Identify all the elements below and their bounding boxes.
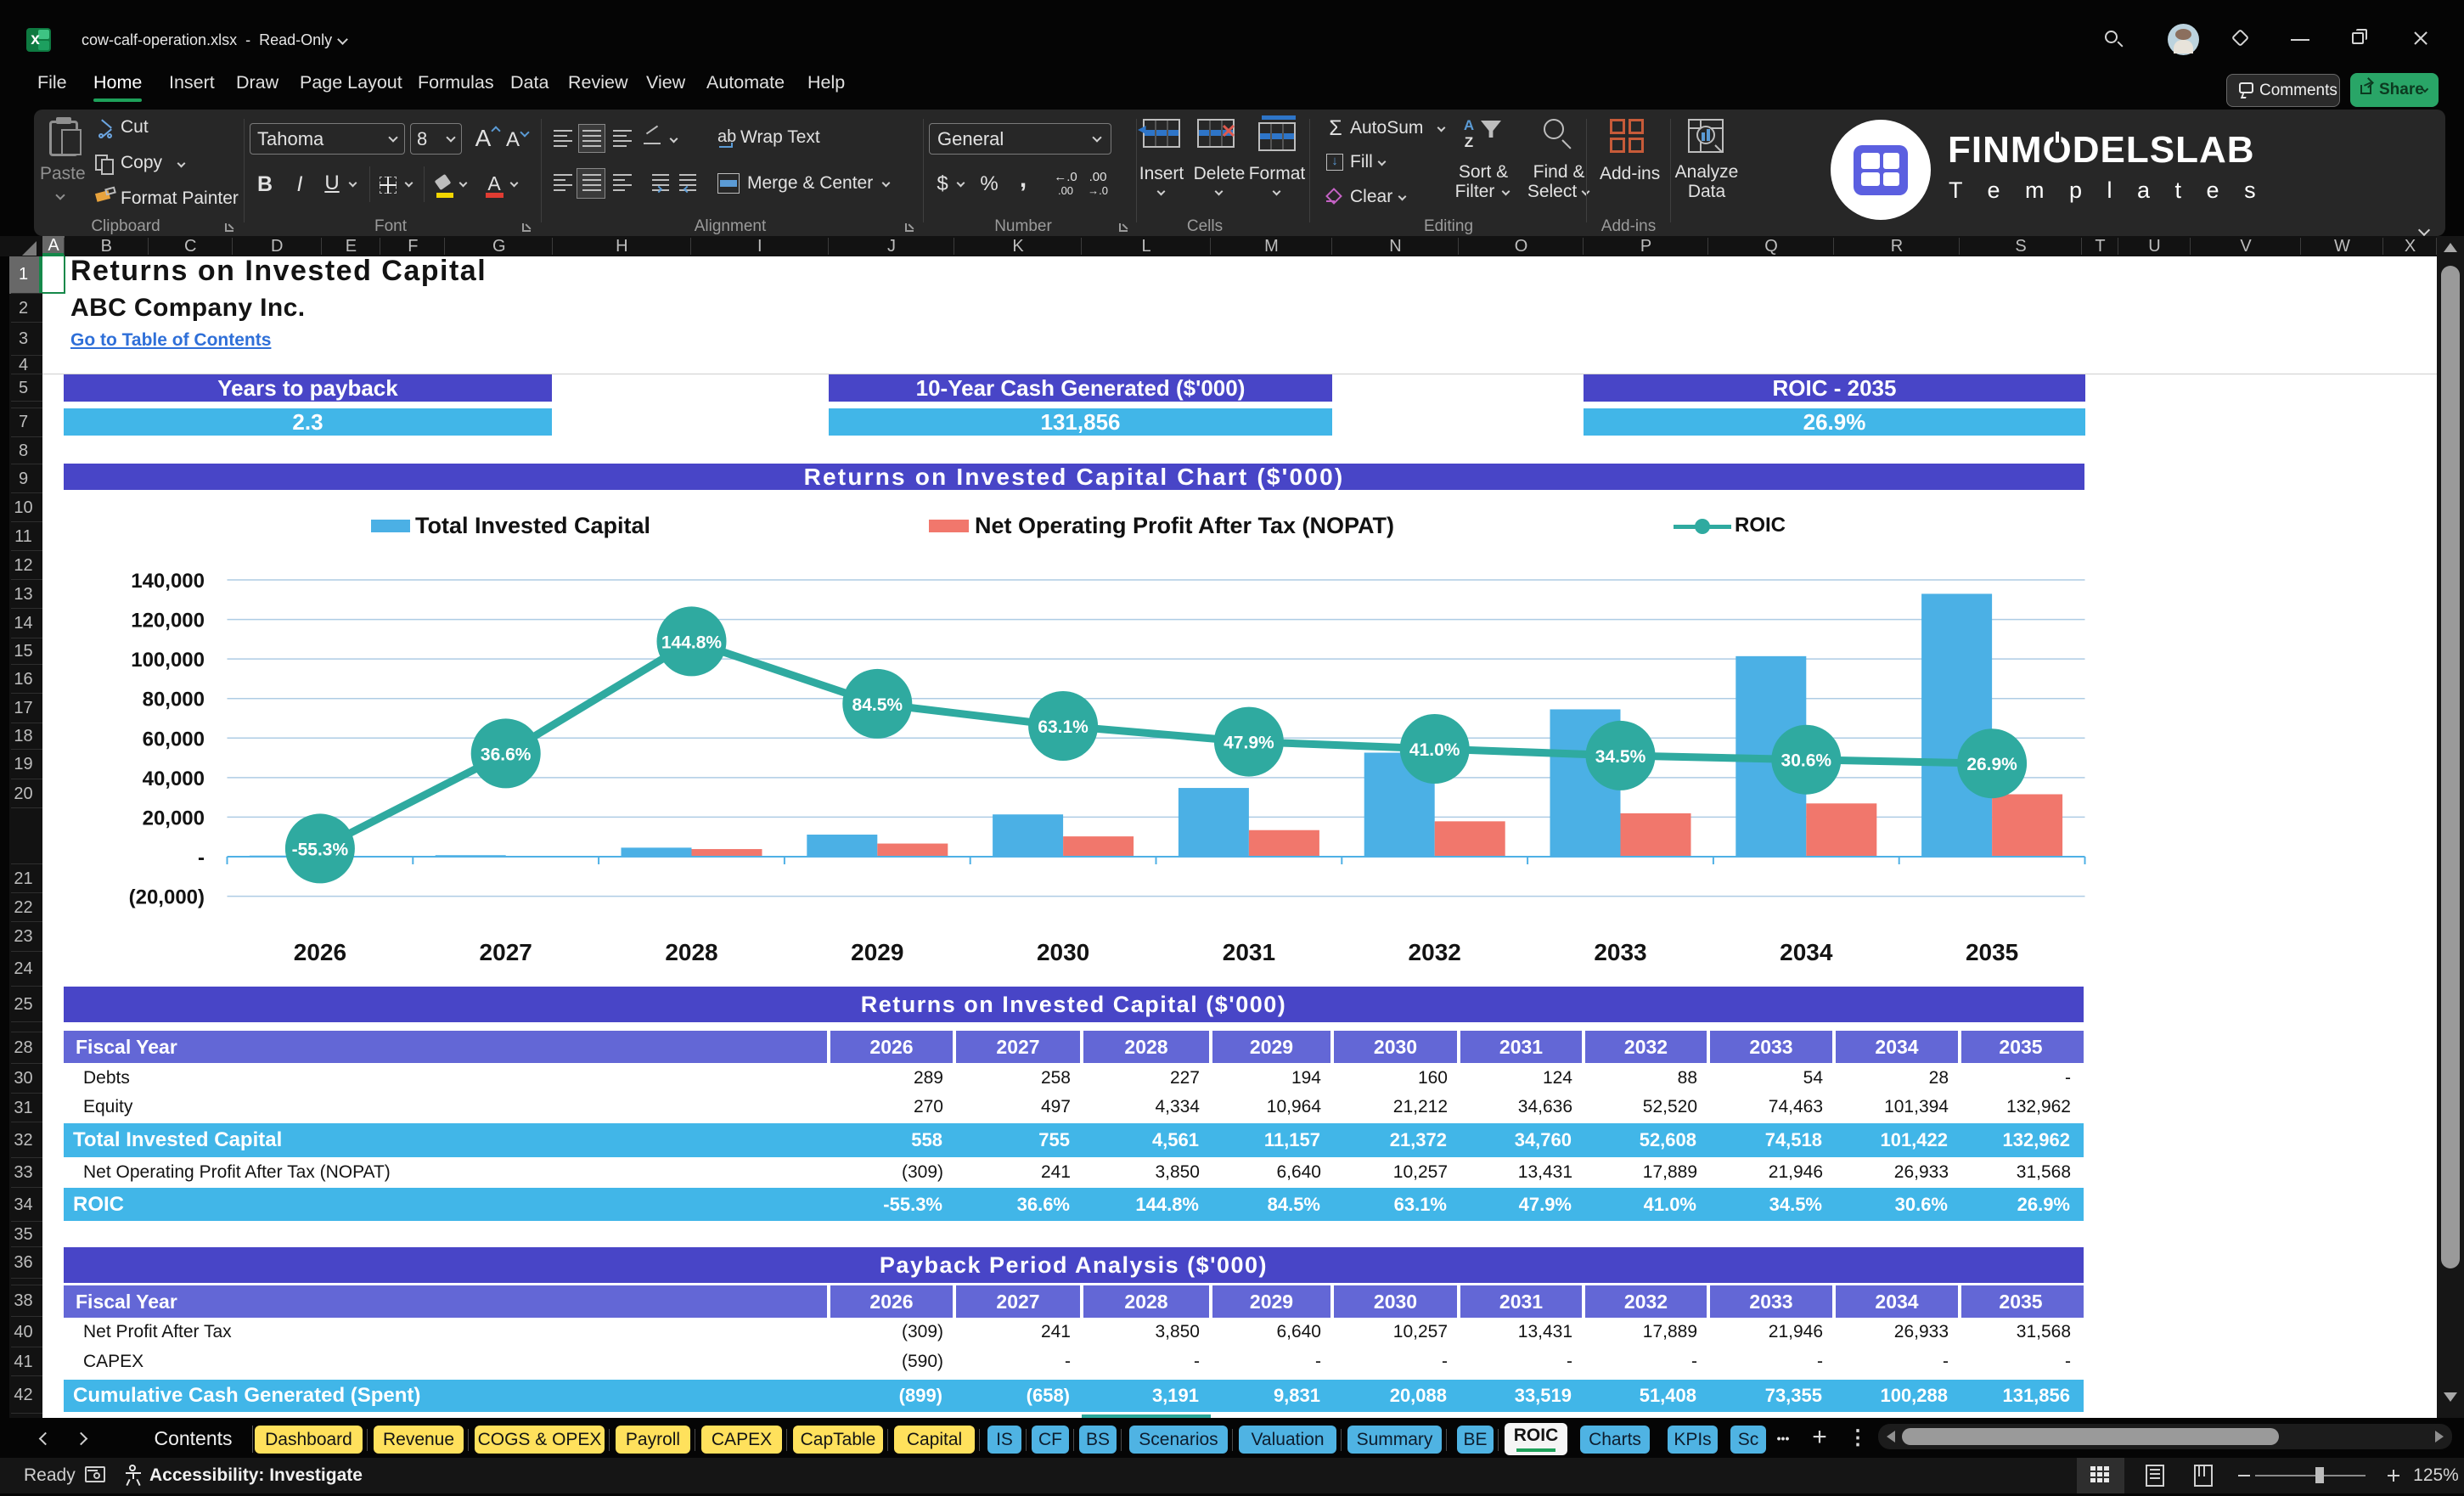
svg-text:2026: 2026 xyxy=(294,939,346,965)
svg-text:34.5%: 34.5% xyxy=(1595,747,1646,767)
svg-text:2031: 2031 xyxy=(1223,939,1275,965)
svg-text:(20,000): (20,000) xyxy=(129,886,205,909)
svg-text:84.5%: 84.5% xyxy=(852,695,903,715)
svg-text:144.8%: 144.8% xyxy=(661,633,723,652)
svg-text:2034: 2034 xyxy=(1780,939,1833,965)
svg-text:2029: 2029 xyxy=(851,939,903,965)
svg-text:120,000: 120,000 xyxy=(131,610,205,633)
svg-text:47.9%: 47.9% xyxy=(1224,734,1274,753)
svg-text:2032: 2032 xyxy=(1409,939,1461,965)
svg-text:80,000: 80,000 xyxy=(143,689,205,711)
svg-text:36.6%: 36.6% xyxy=(481,745,532,764)
svg-text:20,000: 20,000 xyxy=(143,807,205,830)
svg-text:2033: 2033 xyxy=(1594,939,1646,965)
svg-text:2035: 2035 xyxy=(1966,939,2018,965)
svg-text:-55.3%: -55.3% xyxy=(292,840,349,859)
svg-text:2027: 2027 xyxy=(480,939,532,965)
svg-text:60,000: 60,000 xyxy=(143,728,205,751)
svg-text:2028: 2028 xyxy=(665,939,717,965)
svg-text:26.9%: 26.9% xyxy=(1966,755,2017,774)
svg-text:30.6%: 30.6% xyxy=(1781,751,1832,771)
svg-text:41.0%: 41.0% xyxy=(1409,740,1460,760)
svg-text:100,000: 100,000 xyxy=(131,649,205,672)
svg-text:140,000: 140,000 xyxy=(131,570,205,593)
svg-text:2030: 2030 xyxy=(1037,939,1089,965)
svg-text:63.1%: 63.1% xyxy=(1038,717,1089,737)
svg-text:-: - xyxy=(198,846,205,869)
svg-text:40,000: 40,000 xyxy=(143,768,205,790)
